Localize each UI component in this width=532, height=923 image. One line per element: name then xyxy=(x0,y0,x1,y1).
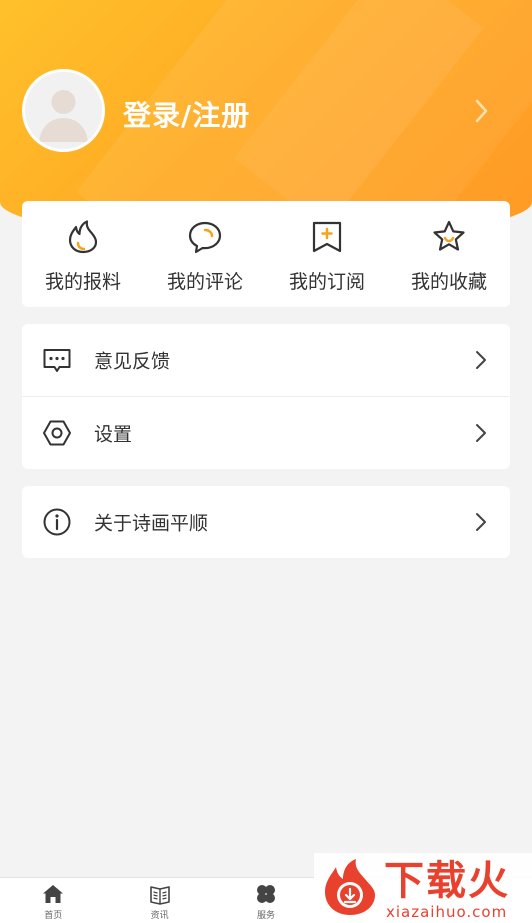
message-dots-icon xyxy=(43,349,71,372)
flame-logo-icon xyxy=(325,859,375,915)
clover-icon xyxy=(256,885,275,903)
tab-home-label: 首页 xyxy=(44,911,63,921)
settings-group-card: 意见反馈 设置 xyxy=(22,324,510,469)
tab-news[interactable]: 资讯 xyxy=(106,878,212,923)
watermark-title: 下载火 xyxy=(384,858,510,904)
about-label: 关于诗画平顺 xyxy=(94,512,209,535)
my-subscriptions-button[interactable]: 我的订阅 xyxy=(266,201,388,307)
home-icon xyxy=(43,885,64,903)
my-favorites-label: 我的收藏 xyxy=(410,271,487,293)
feedback-label: 意见反馈 xyxy=(94,350,171,373)
my-reports-button[interactable]: 我的报料 xyxy=(22,201,144,307)
tab-news-label: 资讯 xyxy=(150,911,169,921)
quick-actions-card: 我的报料 我的评论 我的订阅 我的收藏 xyxy=(22,201,510,307)
tab-services[interactable]: 服务 xyxy=(213,878,319,923)
chevron-right-icon[interactable] xyxy=(470,96,492,126)
comment-icon xyxy=(188,221,222,254)
newspaper-icon xyxy=(149,886,170,905)
bookmark-add-icon xyxy=(312,221,342,253)
chevron-right-icon xyxy=(476,513,486,531)
my-favorites-button[interactable]: 我的收藏 xyxy=(388,201,510,307)
flame-icon xyxy=(68,220,98,254)
info-icon xyxy=(43,508,71,536)
watermark: 下载火 xiazaihuo.com xyxy=(314,853,532,923)
my-comments-button[interactable]: 我的评论 xyxy=(144,201,266,307)
feedback-row[interactable]: 意见反馈 xyxy=(22,324,510,396)
star-icon xyxy=(433,220,465,251)
avatar[interactable] xyxy=(22,69,105,152)
watermark-url: xiazaihuo.com xyxy=(386,903,508,921)
chevron-right-icon xyxy=(476,424,486,442)
my-subscriptions-label: 我的订阅 xyxy=(288,271,365,293)
about-card: 关于诗画平顺 xyxy=(22,486,510,558)
about-row[interactable]: 关于诗画平顺 xyxy=(22,486,510,558)
my-reports-label: 我的报料 xyxy=(44,271,121,293)
hexagon-settings-icon xyxy=(43,420,71,446)
tab-home[interactable]: 首页 xyxy=(0,878,106,923)
login-register-link[interactable]: 登录/注册 xyxy=(123,94,250,134)
chevron-right-icon xyxy=(476,351,486,369)
settings-row[interactable]: 设置 xyxy=(22,397,510,469)
settings-label: 设置 xyxy=(94,423,133,446)
tab-services-label: 服务 xyxy=(256,911,275,921)
my-comments-label: 我的评论 xyxy=(166,271,243,293)
